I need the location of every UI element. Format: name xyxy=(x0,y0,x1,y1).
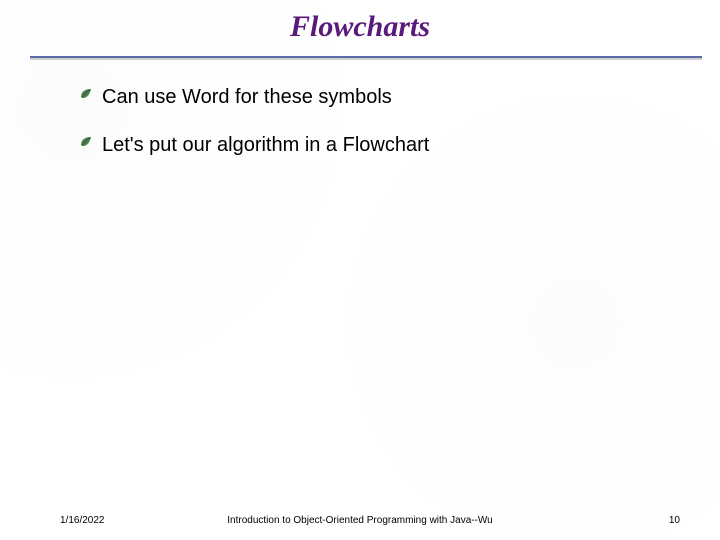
leaf-bullet-icon xyxy=(80,88,94,108)
footer-page-number: 10 xyxy=(669,515,680,526)
slide: Flowcharts Can use Word for these symbol… xyxy=(0,0,720,540)
list-item: Let's put our algorithm in a Flowchart xyxy=(80,132,660,158)
leaf-bullet-icon xyxy=(80,136,94,156)
list-item: Can use Word for these symbols xyxy=(80,84,660,110)
slide-body: Can use Word for these symbols Let's put… xyxy=(80,84,660,180)
list-item-text: Can use Word for these symbols xyxy=(102,84,392,110)
list-item-text: Let's put our algorithm in a Flowchart xyxy=(102,132,429,158)
slide-title: Flowcharts xyxy=(0,10,720,44)
title-underline xyxy=(30,56,702,60)
footer-center: Introduction to Object-Oriented Programm… xyxy=(0,515,720,526)
